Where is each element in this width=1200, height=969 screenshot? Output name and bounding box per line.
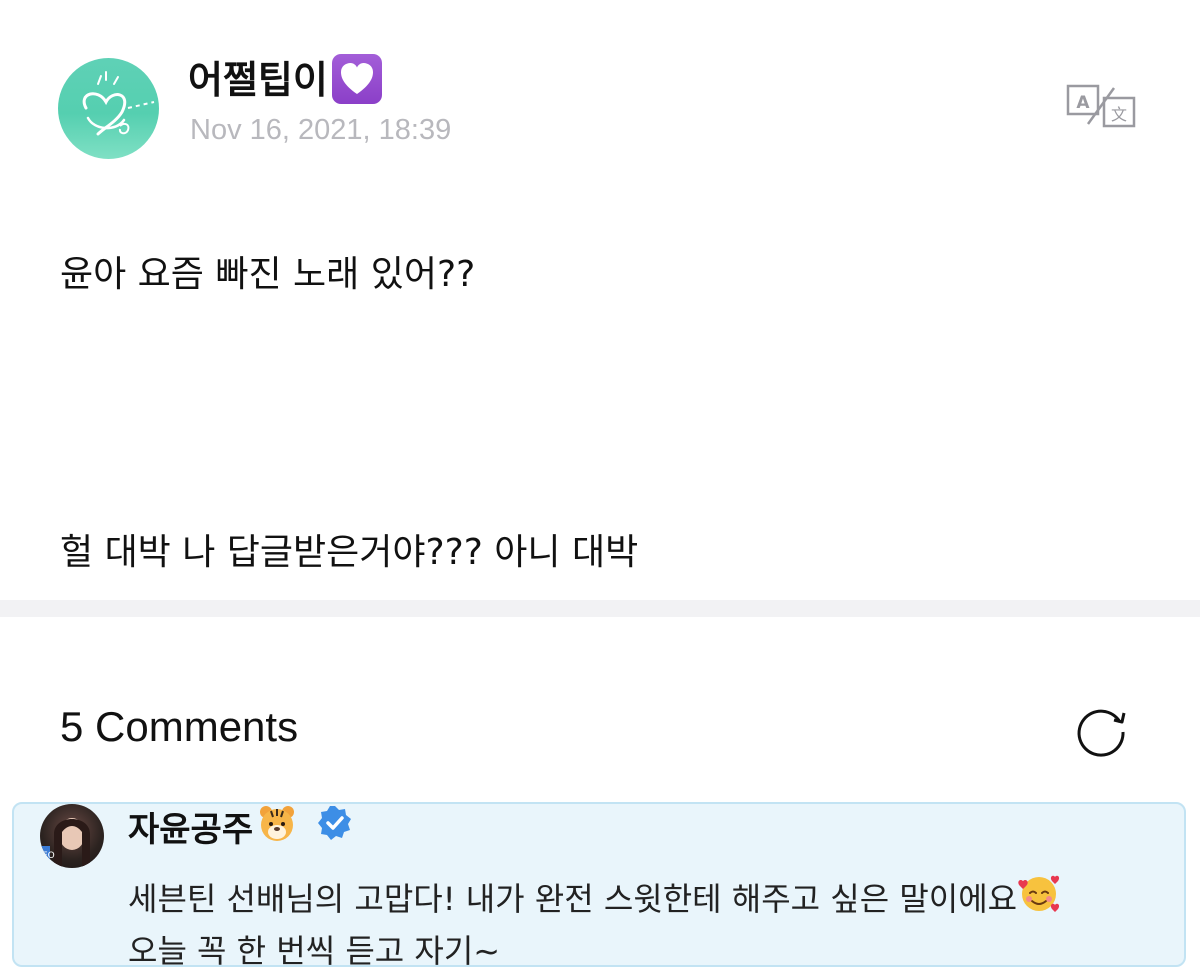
comment-card[interactable]: EO 자윤공주 세븐틴 선배님의 고맙다! 내가 완전 스윗한테 해주고 싶은 … <box>12 802 1186 969</box>
post-page: 어쩔팁이 Nov 16, 2021, 18:39 A 文 윤아 요즘 빠진 노래… <box>0 0 1200 969</box>
smiling-face-with-hearts-icon <box>1017 871 1061 923</box>
comment-text: 세븐틴 선배님의 고맙다! 내가 완전 스윗한테 해주고 싶은 말이에요 <box>128 880 1018 918</box>
refresh-icon <box>1077 709 1126 757</box>
signature-doodle-icon <box>82 71 155 136</box>
verified-badge-icon <box>317 806 351 840</box>
commenter-name-row[interactable]: 자윤공주 <box>128 806 355 857</box>
tiger-face-icon <box>260 806 295 841</box>
commenter-name[interactable]: 자윤공주 <box>128 810 253 850</box>
comment-text-line-2: 오늘 꼭 한 번씩 듣고 자기~ <box>128 932 501 969</box>
svg-text:A: A <box>1076 93 1090 113</box>
section-divider <box>0 600 1200 617</box>
translate-icon: A 文 <box>1066 84 1136 128</box>
author-avatar[interactable] <box>58 58 159 159</box>
profile-photo-icon: EO <box>40 818 90 868</box>
post-date: Nov 16, 2021, 18:39 <box>190 114 452 146</box>
purple-heart-icon <box>331 53 382 104</box>
post-text-line: 헐 대박 나 답글받은거야??? 아니 대박 <box>60 532 639 573</box>
translate-button[interactable]: A 文 <box>1062 80 1140 132</box>
post-text-line: 윤아 요즘 빠진 노래 있어?? <box>60 254 476 295</box>
refresh-button[interactable] <box>1074 702 1130 758</box>
author-name-row[interactable]: 어쩔팁이 <box>188 53 382 108</box>
svg-text:文: 文 <box>1111 105 1127 124</box>
svg-text:EO: EO <box>42 851 55 861</box>
author-name[interactable]: 어쩔팁이 <box>188 58 328 102</box>
comment-text-line: 세븐틴 선배님의 고맙다! 내가 완전 스윗한테 해주고 싶은 말이에요 <box>128 874 1061 927</box>
comments-count-title: 5 Comments <box>60 703 299 750</box>
commenter-avatar[interactable]: EO <box>40 804 104 868</box>
